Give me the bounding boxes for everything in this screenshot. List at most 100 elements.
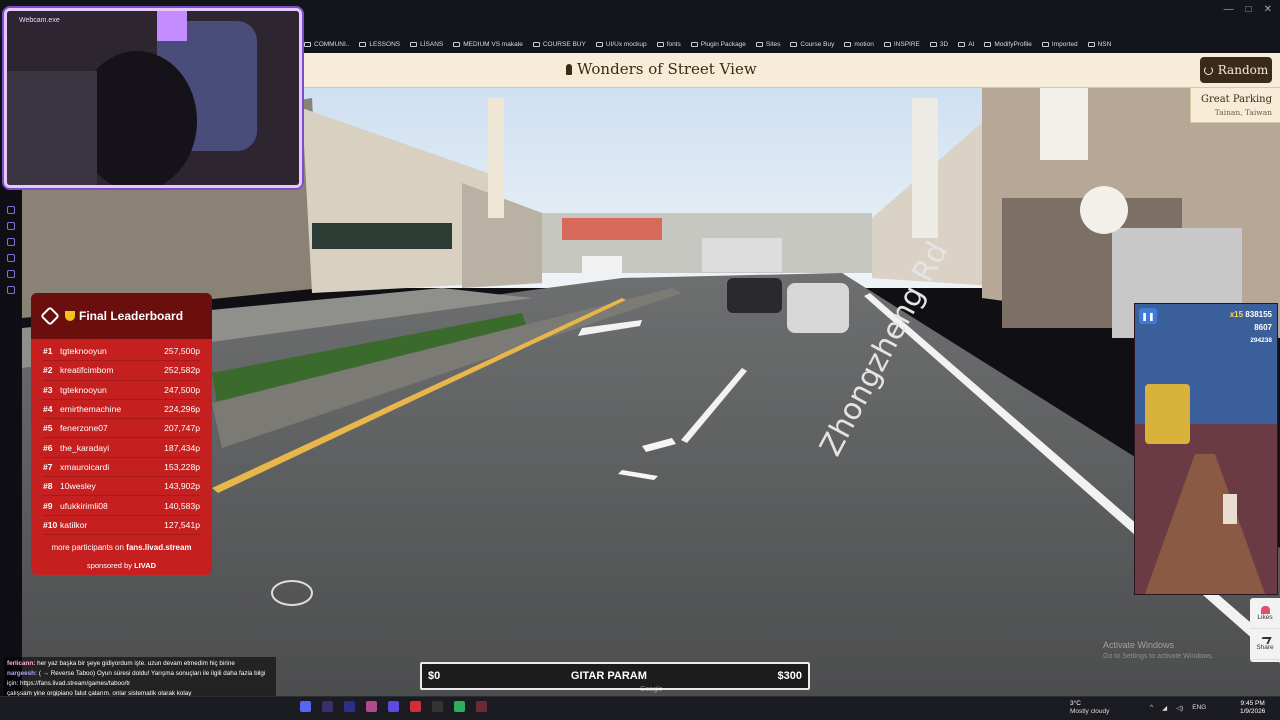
leaderboard-rank: #1 (43, 346, 53, 357)
game-best: 294238 (1250, 337, 1272, 344)
bookmark-item[interactable]: motion (844, 41, 874, 48)
goal-start: $0 (428, 670, 441, 682)
bookmark-item[interactable]: Plugin Package (690, 41, 746, 48)
clock-time: 9:45 PM (1240, 700, 1265, 707)
volume-icon[interactable]: ◁) (1176, 704, 1183, 712)
bookmark-item[interactable]: Imported (1041, 41, 1078, 48)
random-button[interactable]: Random (1200, 57, 1272, 83)
sponsor-brand: LIVAD (134, 560, 157, 570)
sidebar-icon[interactable] (7, 270, 15, 278)
folder-icon (690, 42, 698, 47)
trophy-icon (65, 311, 75, 321)
bookmark-item[interactable]: LİSANS (410, 41, 443, 48)
bookmark-item[interactable]: AI (958, 41, 974, 48)
leaderboard-rank: #3 (43, 384, 53, 395)
activate-windows-title: Activate Windows (1103, 640, 1175, 650)
bookmark-label: MEDIUM VS makale (463, 41, 523, 48)
heart-icon (1260, 605, 1270, 614)
folder-icon (359, 42, 367, 47)
webcam-feed (7, 11, 299, 185)
sidebar-icon[interactable] (7, 254, 15, 262)
leaderboard-footer: more participants on fans.livad.stream (31, 543, 212, 552)
location-card: Great Parking Tainan, Taiwan (1190, 88, 1280, 123)
sidebar-icon[interactable] (7, 238, 15, 246)
footer-link[interactable]: fans.livad.stream (126, 543, 191, 552)
webcam-overlay: Webcam.exe (4, 8, 302, 188)
folder-icon (755, 42, 763, 47)
language-indicator[interactable]: ENG (1192, 704, 1206, 712)
leaderboard-name: 10wesley (60, 481, 96, 492)
after-effects-icon[interactable] (322, 701, 333, 712)
game-multiplier: x15 (1229, 310, 1244, 319)
leaderboard-name: emirthemachine (60, 404, 122, 415)
bookmark-item[interactable]: COURSE BUY (532, 41, 586, 48)
leaderboard-name: tgteknooyun (60, 346, 107, 357)
leaderboard-row: #4 emirthemachine 224,296p (43, 400, 200, 420)
leaderboard-header: Final Leaderboard (31, 293, 212, 339)
bookmark-item[interactable]: ModifyProfile (984, 41, 1032, 48)
leaderboard-name: katilkor (60, 519, 88, 530)
site-title: Wonders of Street View (566, 60, 757, 78)
sidebar-icon[interactable] (7, 286, 15, 294)
proton-icon[interactable] (388, 701, 399, 712)
refresh-icon (1203, 65, 1213, 75)
bookmarks-bar: COMMUNI.. LESSONS LİSANS MEDIUM VS makale CO… (300, 36, 1280, 53)
folder-icon (532, 42, 540, 47)
game-coins: 8607 (1254, 323, 1272, 332)
likes-button[interactable]: Likes (1250, 598, 1280, 629)
sponsor-line: sponsored by LIVAD (31, 561, 212, 570)
bookmark-label: motion (854, 41, 874, 48)
weather-desc: Mostly cloudy (1070, 708, 1110, 715)
leaderboard-row: #7 xmauroicardi 153,228p (43, 458, 200, 478)
game-stats: x15 838155 8607 294238 (1230, 308, 1272, 347)
site-title-text: Wonders of Street View (577, 60, 757, 78)
chat-overlay: ferlicann: her yaz başka bir şeye gidiyo… (4, 657, 276, 701)
chevron-up-icon[interactable]: ^ (1150, 704, 1153, 712)
discord-icon[interactable] (300, 701, 311, 712)
bookmark-item[interactable]: NSN (1087, 41, 1111, 48)
bookmark-item[interactable]: INSPIRE (883, 41, 920, 48)
app-icon[interactable] (476, 701, 487, 712)
bookmark-label: AI (968, 41, 975, 48)
leaderboard-row: #5 fenerzone07 207,747p (43, 419, 200, 439)
capcut-icon[interactable] (432, 701, 443, 712)
bookmark-label: COURSE BUY (542, 41, 586, 48)
weather-widget[interactable]: 3°C Mostly cloudy (1070, 700, 1109, 716)
browser-app-icon[interactable] (366, 701, 377, 712)
bookmark-item[interactable]: COMMUNI.. (304, 41, 349, 48)
pause-button[interactable]: ❚❚ (1139, 308, 1157, 324)
leaderboard-rank: #5 (43, 423, 53, 434)
clock-date: 1/9/2026 (1240, 708, 1266, 715)
site-header: Wonders of Street View Random (300, 53, 1280, 88)
sidebar-icon[interactable] (7, 206, 15, 214)
maximize-icon[interactable]: □ (1246, 4, 1252, 15)
chat-message: ferlicann: her yaz başka bir şeye gidiyo… (7, 659, 273, 669)
bookmark-item[interactable]: LESSONS (359, 41, 400, 48)
bookmark-item[interactable]: 3D (929, 41, 948, 48)
leaderboard-rank: #7 (43, 461, 53, 472)
close-icon[interactable]: ✕ (1264, 4, 1272, 15)
obs-icon[interactable] (410, 701, 421, 712)
side-actions: Likes Share (1250, 598, 1280, 662)
share-button[interactable]: Share (1250, 629, 1280, 660)
leaderboard-score: 247,500p (164, 384, 200, 395)
leaderboard-score: 207,747p (164, 423, 200, 434)
leaderboard-score: 143,902p (164, 481, 200, 492)
network-icon[interactable]: ◢ (1162, 704, 1167, 712)
bookmark-item[interactable]: fonts (656, 41, 681, 48)
leaderboard-score: 187,434p (164, 442, 200, 453)
bookmark-item[interactable]: UI/Ux mockup (595, 41, 647, 48)
bookmark-label: LESSONS (369, 41, 401, 48)
app-icon[interactable] (454, 701, 465, 712)
bookmark-item[interactable]: MEDIUM VS makale (453, 41, 523, 48)
share-icon (1258, 637, 1272, 644)
leaderboard-score: 257,500p (164, 346, 200, 357)
sidebar-icon[interactable] (7, 222, 15, 230)
bookmark-item[interactable]: Sites (755, 41, 780, 48)
leaderboard-score: 140,583p (164, 500, 200, 511)
bookmark-item[interactable]: Course Buy (790, 41, 834, 48)
clock[interactable]: 9:45 PM 1/9/2026 (1240, 700, 1265, 716)
premiere-icon[interactable] (344, 701, 355, 712)
game-score: 838155 (1245, 310, 1272, 319)
minimize-icon[interactable]: — (1224, 4, 1234, 15)
